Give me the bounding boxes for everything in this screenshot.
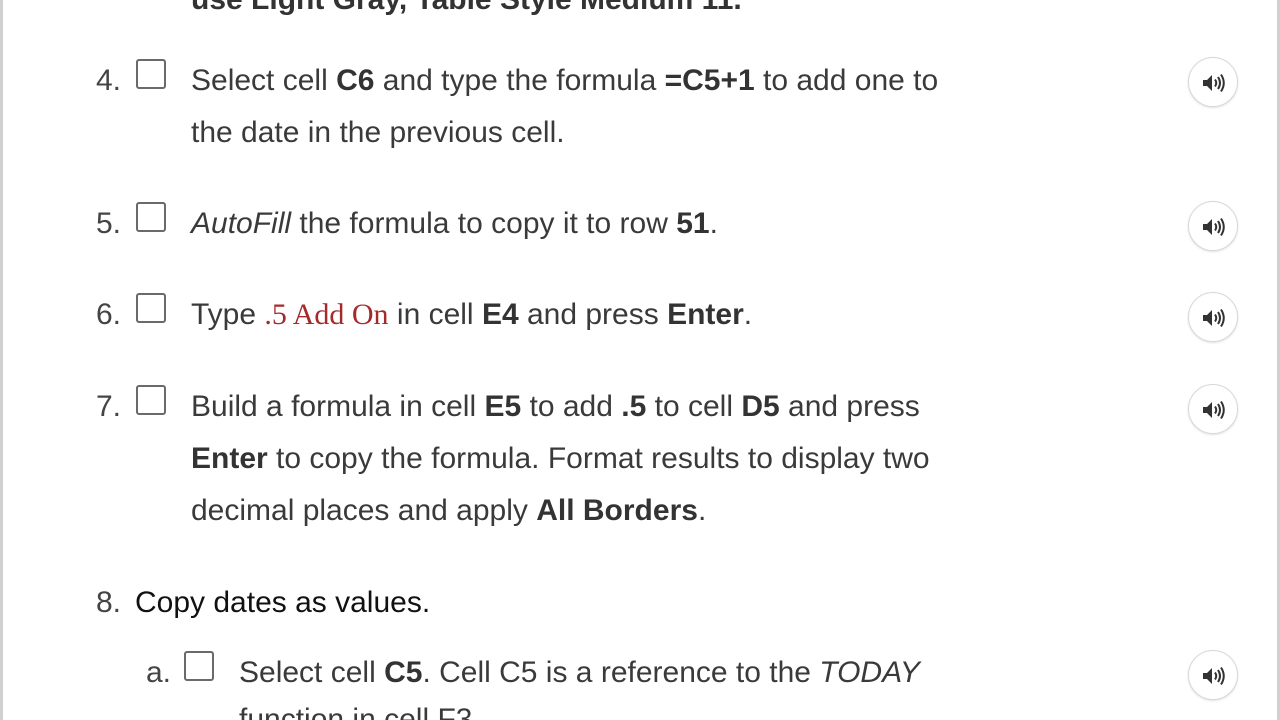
speaker-volume-icon [1203, 666, 1225, 686]
step-8a-checkbox[interactable] [184, 651, 214, 681]
step-number: 7. [96, 390, 122, 423]
step-6-speaker-button[interactable] [1188, 292, 1238, 342]
speaker-volume-icon [1203, 217, 1225, 237]
step-8-heading: Copy dates as values. [135, 586, 431, 619]
step-7-text: Build a formula in cell E5 to add .5 to … [191, 390, 930, 527]
step-4-checkbox[interactable] [136, 59, 166, 89]
step-number: 6. [96, 298, 122, 331]
step-5-checkbox[interactable] [136, 202, 166, 232]
window-frame-left [0, 0, 3, 720]
step-6-text: Type .5 Add On in cell E4 and press Ente… [191, 298, 753, 331]
substep-letter: a. [146, 656, 172, 689]
step-number: 4. [96, 64, 122, 97]
step-8a-text: Select cell C5. Cell C5 is a reference t… [239, 656, 920, 689]
step-4-text: Select cell C6 and type the formula =C5+… [191, 64, 939, 149]
speaker-volume-icon [1203, 73, 1225, 93]
step-number: 8. [96, 586, 122, 619]
step-7-checkbox[interactable] [136, 385, 166, 415]
step-number: 5. [96, 207, 122, 240]
speaker-volume-icon [1203, 400, 1225, 420]
step-6-checkbox[interactable] [136, 293, 166, 323]
step-5-speaker-button[interactable] [1188, 201, 1238, 251]
speaker-volume-icon [1203, 308, 1225, 328]
step-8a-speaker-button[interactable] [1188, 650, 1238, 700]
step-7-speaker-button[interactable] [1188, 384, 1238, 434]
step-5-text: AutoFill the formula to copy it to row 5… [191, 207, 718, 240]
step-4-speaker-button[interactable] [1188, 57, 1238, 107]
step-8a-clipped-line: function in cell F3. [239, 703, 481, 720]
clipped-previous-step-text: use Light Gray, Table Style Medium 11. [191, 0, 742, 26]
